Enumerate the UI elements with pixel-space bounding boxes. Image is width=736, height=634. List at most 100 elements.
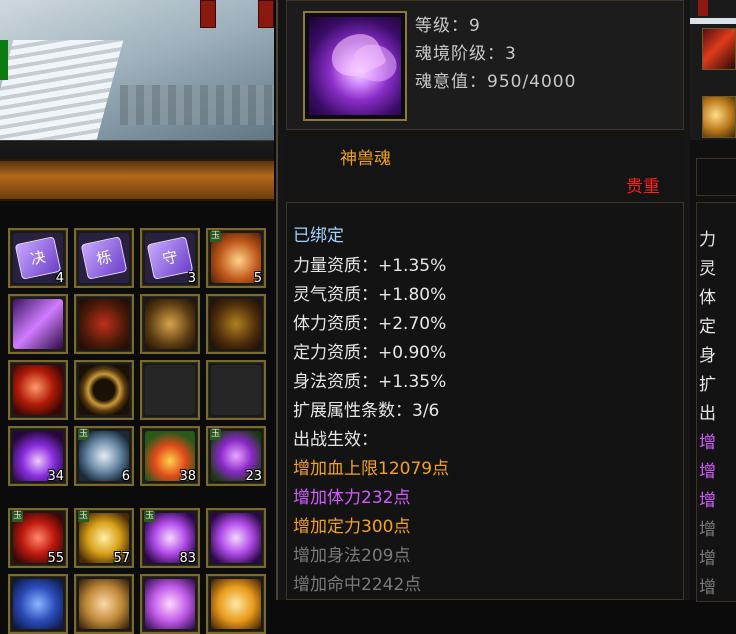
inventory-slot[interactable]: 栎: [74, 228, 134, 288]
item-count: 6: [121, 469, 130, 484]
stat-line: 体力资质：+2.70%: [293, 314, 447, 334]
item-count: 5: [253, 271, 262, 286]
scene-character: [0, 40, 8, 80]
effect-line: 增加血上限12079点: [293, 459, 450, 479]
inventory-slot[interactable]: [206, 294, 266, 354]
tan-item-icon: [79, 579, 129, 629]
item-count: 38: [179, 469, 196, 484]
violet-beast-soul-icon: [211, 513, 261, 563]
empty-slot-icon: [211, 365, 261, 415]
item-portrait: [303, 11, 407, 121]
inventory-slot[interactable]: 玉 83: [140, 508, 200, 568]
effect-line: 增加定力300点: [293, 517, 411, 537]
inventory-slot[interactable]: 38: [140, 426, 200, 486]
compare-text: 增: [699, 578, 716, 598]
inventory-header: [0, 140, 274, 205]
red-weapon-icon: [702, 28, 736, 70]
item-rarity: 贵重: [626, 177, 660, 197]
inventory-slot[interactable]: [74, 360, 134, 420]
compare-text: 灵: [699, 259, 716, 279]
ext-attr-count: 扩展属性条数：3/6: [293, 401, 440, 421]
compare-text: 增: [699, 433, 716, 453]
compare-body: 力 灵 体 定 身 扩 出 增 增 增 增 增 增: [696, 202, 736, 602]
spear-icon: [13, 299, 63, 349]
divine-beast-soul-icon: [309, 17, 402, 115]
stone-wall: [120, 85, 274, 125]
compare-header: [690, 0, 736, 140]
compare-text: 出: [699, 404, 716, 424]
bound-tag: 玉: [78, 429, 90, 440]
inventory-slot[interactable]: [206, 360, 266, 420]
inventory-slot[interactable]: 玉 55: [8, 508, 68, 568]
item-count: 4: [55, 271, 64, 286]
item-soul-value: 魂意值：950/4000: [415, 72, 577, 92]
inventory-slot[interactable]: [74, 294, 134, 354]
item-level: 等级：9: [415, 16, 481, 36]
gauntlet-icon: [79, 299, 129, 349]
pink-item-icon: [145, 579, 195, 629]
inventory-slot[interactable]: [140, 360, 200, 420]
item-soul-rank: 魂境阶级：3: [415, 44, 517, 64]
inventory-slot[interactable]: 决 4: [8, 228, 68, 288]
stat-line: 灵气资质：+1.80%: [293, 285, 447, 305]
inventory-slot[interactable]: 守 3: [140, 228, 200, 288]
compare-text: 体: [699, 288, 716, 308]
red-pillar: [200, 0, 216, 28]
inventory-slot[interactable]: [8, 294, 68, 354]
compare-text: 扩: [699, 375, 716, 395]
tooltip-name-row: 神兽魂 贵重: [286, 132, 684, 200]
bound-tag: 玉: [144, 511, 156, 522]
effect-line: 增加体力232点: [293, 488, 411, 508]
bound-tag: 玉: [210, 231, 222, 242]
snowy-stairs: [0, 40, 124, 140]
bound-status: 已绑定: [293, 226, 344, 246]
armor-icon: [211, 299, 261, 349]
sun-item-icon: [211, 579, 261, 629]
bound-tag: 玉: [210, 429, 222, 440]
item-count: 57: [113, 551, 130, 566]
orb-icon: [13, 365, 63, 415]
inventory-slot[interactable]: 玉 6: [74, 426, 134, 486]
red-pillar: [258, 0, 274, 28]
inventory-slot[interactable]: [8, 360, 68, 420]
compare-text: 身: [699, 346, 716, 366]
bound-tag: 玉: [78, 511, 90, 522]
stat-line: 身法资质：+1.35%: [293, 372, 447, 392]
item-count: 34: [47, 469, 64, 484]
tooltip-header: 等级：9 魂境阶级：3 魂意值：950/4000: [286, 0, 684, 130]
game-scene: [0, 0, 274, 140]
item-count: 55: [47, 551, 64, 566]
effect-line-inactive: 增加命中2242点: [293, 575, 422, 595]
inventory-slot[interactable]: [8, 574, 68, 634]
compare-text: 定: [699, 317, 716, 337]
effect-title: 出战生效：: [293, 430, 378, 450]
inventory-title-bar: [0, 159, 274, 201]
inventory-slot[interactable]: [206, 574, 266, 634]
inventory-slot[interactable]: 34: [8, 426, 68, 486]
item-count: 83: [179, 551, 196, 566]
compare-name-box: [696, 158, 736, 196]
inventory-slot[interactable]: [74, 574, 134, 634]
item-tooltip: 等级：9 魂境阶级：3 魂意值：950/4000 神兽魂 贵重 已绑定 力量资质…: [276, 0, 692, 600]
golden-buddha-icon: [702, 96, 736, 138]
compare-text: 增: [699, 462, 716, 482]
compare-text: 增: [699, 520, 716, 540]
inventory-slot[interactable]: 玉 5: [206, 228, 266, 288]
effect-line-inactive: 增加身法209点: [293, 546, 411, 566]
inventory-slot[interactable]: 玉 23: [206, 426, 266, 486]
inventory-slot[interactable]: [140, 294, 200, 354]
inventory-slot[interactable]: 玉 57: [74, 508, 134, 568]
compare-tooltip: 力 灵 体 定 身 扩 出 增 增 增 增 增 增: [690, 0, 736, 602]
item-name: 神兽魂: [340, 149, 391, 169]
compare-text: 增: [699, 549, 716, 569]
compare-text: 力: [699, 230, 716, 250]
inventory-slot[interactable]: [206, 508, 266, 568]
inventory-slot[interactable]: [140, 574, 200, 634]
item-count: 3: [187, 271, 196, 286]
blue-item-icon: [13, 579, 63, 629]
bound-tag: 玉: [12, 511, 24, 522]
compare-text: 增: [699, 491, 716, 511]
bracelet-icon: [79, 365, 129, 415]
empty-slot-icon: [145, 365, 195, 415]
stat-line: 力量资质：+1.35%: [293, 256, 447, 276]
